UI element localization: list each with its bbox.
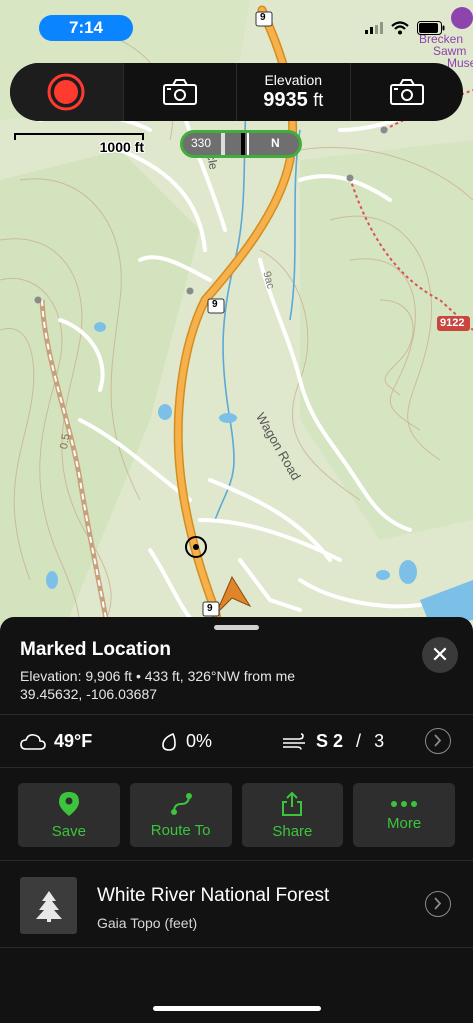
share-label: Share: [272, 822, 313, 840]
compass-degrees: 330: [191, 136, 212, 150]
camera-icon: [389, 79, 424, 105]
battery-icon: [417, 21, 445, 35]
divider: [0, 767, 473, 768]
info-chevron-icon[interactable]: [425, 891, 451, 917]
save-button[interactable]: Save: [18, 783, 120, 847]
sheet-grabber[interactable]: [214, 625, 259, 630]
precip-item: 0%: [160, 731, 212, 752]
route-shield-bottom: 9: [207, 603, 213, 614]
wifi-icon: [391, 21, 409, 35]
record-button[interactable]: [10, 63, 124, 121]
map-layer-info-row[interactable]: White River National Forest Gaia Topo (f…: [0, 869, 473, 947]
elevation-value-wrap: 9935 ft: [263, 88, 323, 112]
cellular-signal-icon: [365, 22, 383, 34]
sheet-details: Elevation: 9,906 ft • 433 ft, 326°NW fro…: [20, 667, 295, 703]
wind-separator: /: [351, 731, 367, 751]
camera-button-right[interactable]: [351, 63, 464, 121]
route-shield-mid: 9: [212, 299, 218, 310]
weather-chevron-icon[interactable]: [425, 728, 451, 754]
route-icon: [170, 792, 192, 815]
compass-ticks: [247, 133, 249, 155]
compass-ticks: [221, 133, 225, 155]
camera-button-left[interactable]: [124, 63, 237, 121]
share-icon: [282, 791, 303, 816]
more-label: More: [387, 814, 422, 832]
save-label: Save: [51, 822, 86, 840]
divider: [0, 860, 473, 861]
elevation-marker-label: 9122: [440, 317, 465, 329]
compass-heading[interactable]: 330 N: [180, 130, 302, 158]
elevation-line: Elevation: 9,906 ft • 433 ft, 326°NW fro…: [20, 668, 296, 684]
route-to-label: Route To: [150, 821, 211, 839]
cloud-icon: [20, 733, 46, 750]
compass-indicator: [241, 133, 245, 155]
elevation-display[interactable]: Elevation 9935 ft: [237, 63, 351, 121]
status-bar: 7:14: [0, 0, 473, 52]
info-title: White River National Forest: [97, 885, 330, 906]
status-time[interactable]: 7:14: [39, 15, 133, 41]
wind-direction: S: [316, 731, 329, 751]
elevation-label: Elevation: [264, 72, 323, 88]
elevation-value: 9935: [263, 89, 308, 111]
status-icons: [365, 20, 445, 36]
record-icon: [47, 73, 85, 111]
raindrop-icon: [162, 732, 176, 751]
compass-north: N: [271, 136, 280, 150]
scale-label: 1000 ft: [99, 139, 144, 155]
weather-row[interactable]: 49°F 0% S 2 / 3: [0, 715, 473, 767]
top-toolbar: Elevation 9935 ft: [10, 63, 463, 121]
info-subtitle: Gaia Topo (feet): [97, 915, 198, 931]
temperature-item: 49°F: [20, 731, 92, 752]
tree-icon: [20, 877, 77, 934]
route-to-button[interactable]: Route To: [129, 783, 232, 847]
location-sheet: Marked Location Elevation: 9,906 ft • 43…: [0, 617, 473, 1023]
coordinates-line: 39.45632, -106.03687: [20, 686, 158, 702]
more-button[interactable]: More: [353, 783, 455, 847]
close-button[interactable]: ✕: [422, 637, 458, 673]
camera-icon: [162, 79, 197, 105]
sheet-title: Marked Location: [20, 639, 171, 660]
precip-value: 0%: [186, 731, 213, 751]
map-view[interactable]: 9 9 9 9122 Wagon Road cle 9ac 0.5 Brecke…: [0, 0, 473, 640]
elevation-unit: ft: [313, 90, 324, 110]
temperature-value: 49°F: [54, 731, 93, 751]
wind-item: S 2 / 3: [282, 731, 384, 752]
scale-bar: 1000 ft: [14, 130, 144, 155]
wind-speed: 2: [333, 731, 344, 751]
more-dots-icon: [391, 800, 418, 807]
action-buttons: Save Route To Share More: [18, 783, 455, 847]
divider: [0, 947, 473, 948]
home-indicator[interactable]: [153, 1006, 321, 1011]
wind-gust: 3: [374, 731, 385, 751]
share-button[interactable]: Share: [241, 783, 344, 847]
wind-value: S 2: [316, 731, 343, 752]
wind-icon: [283, 732, 305, 750]
map-pin-icon: [58, 791, 79, 816]
